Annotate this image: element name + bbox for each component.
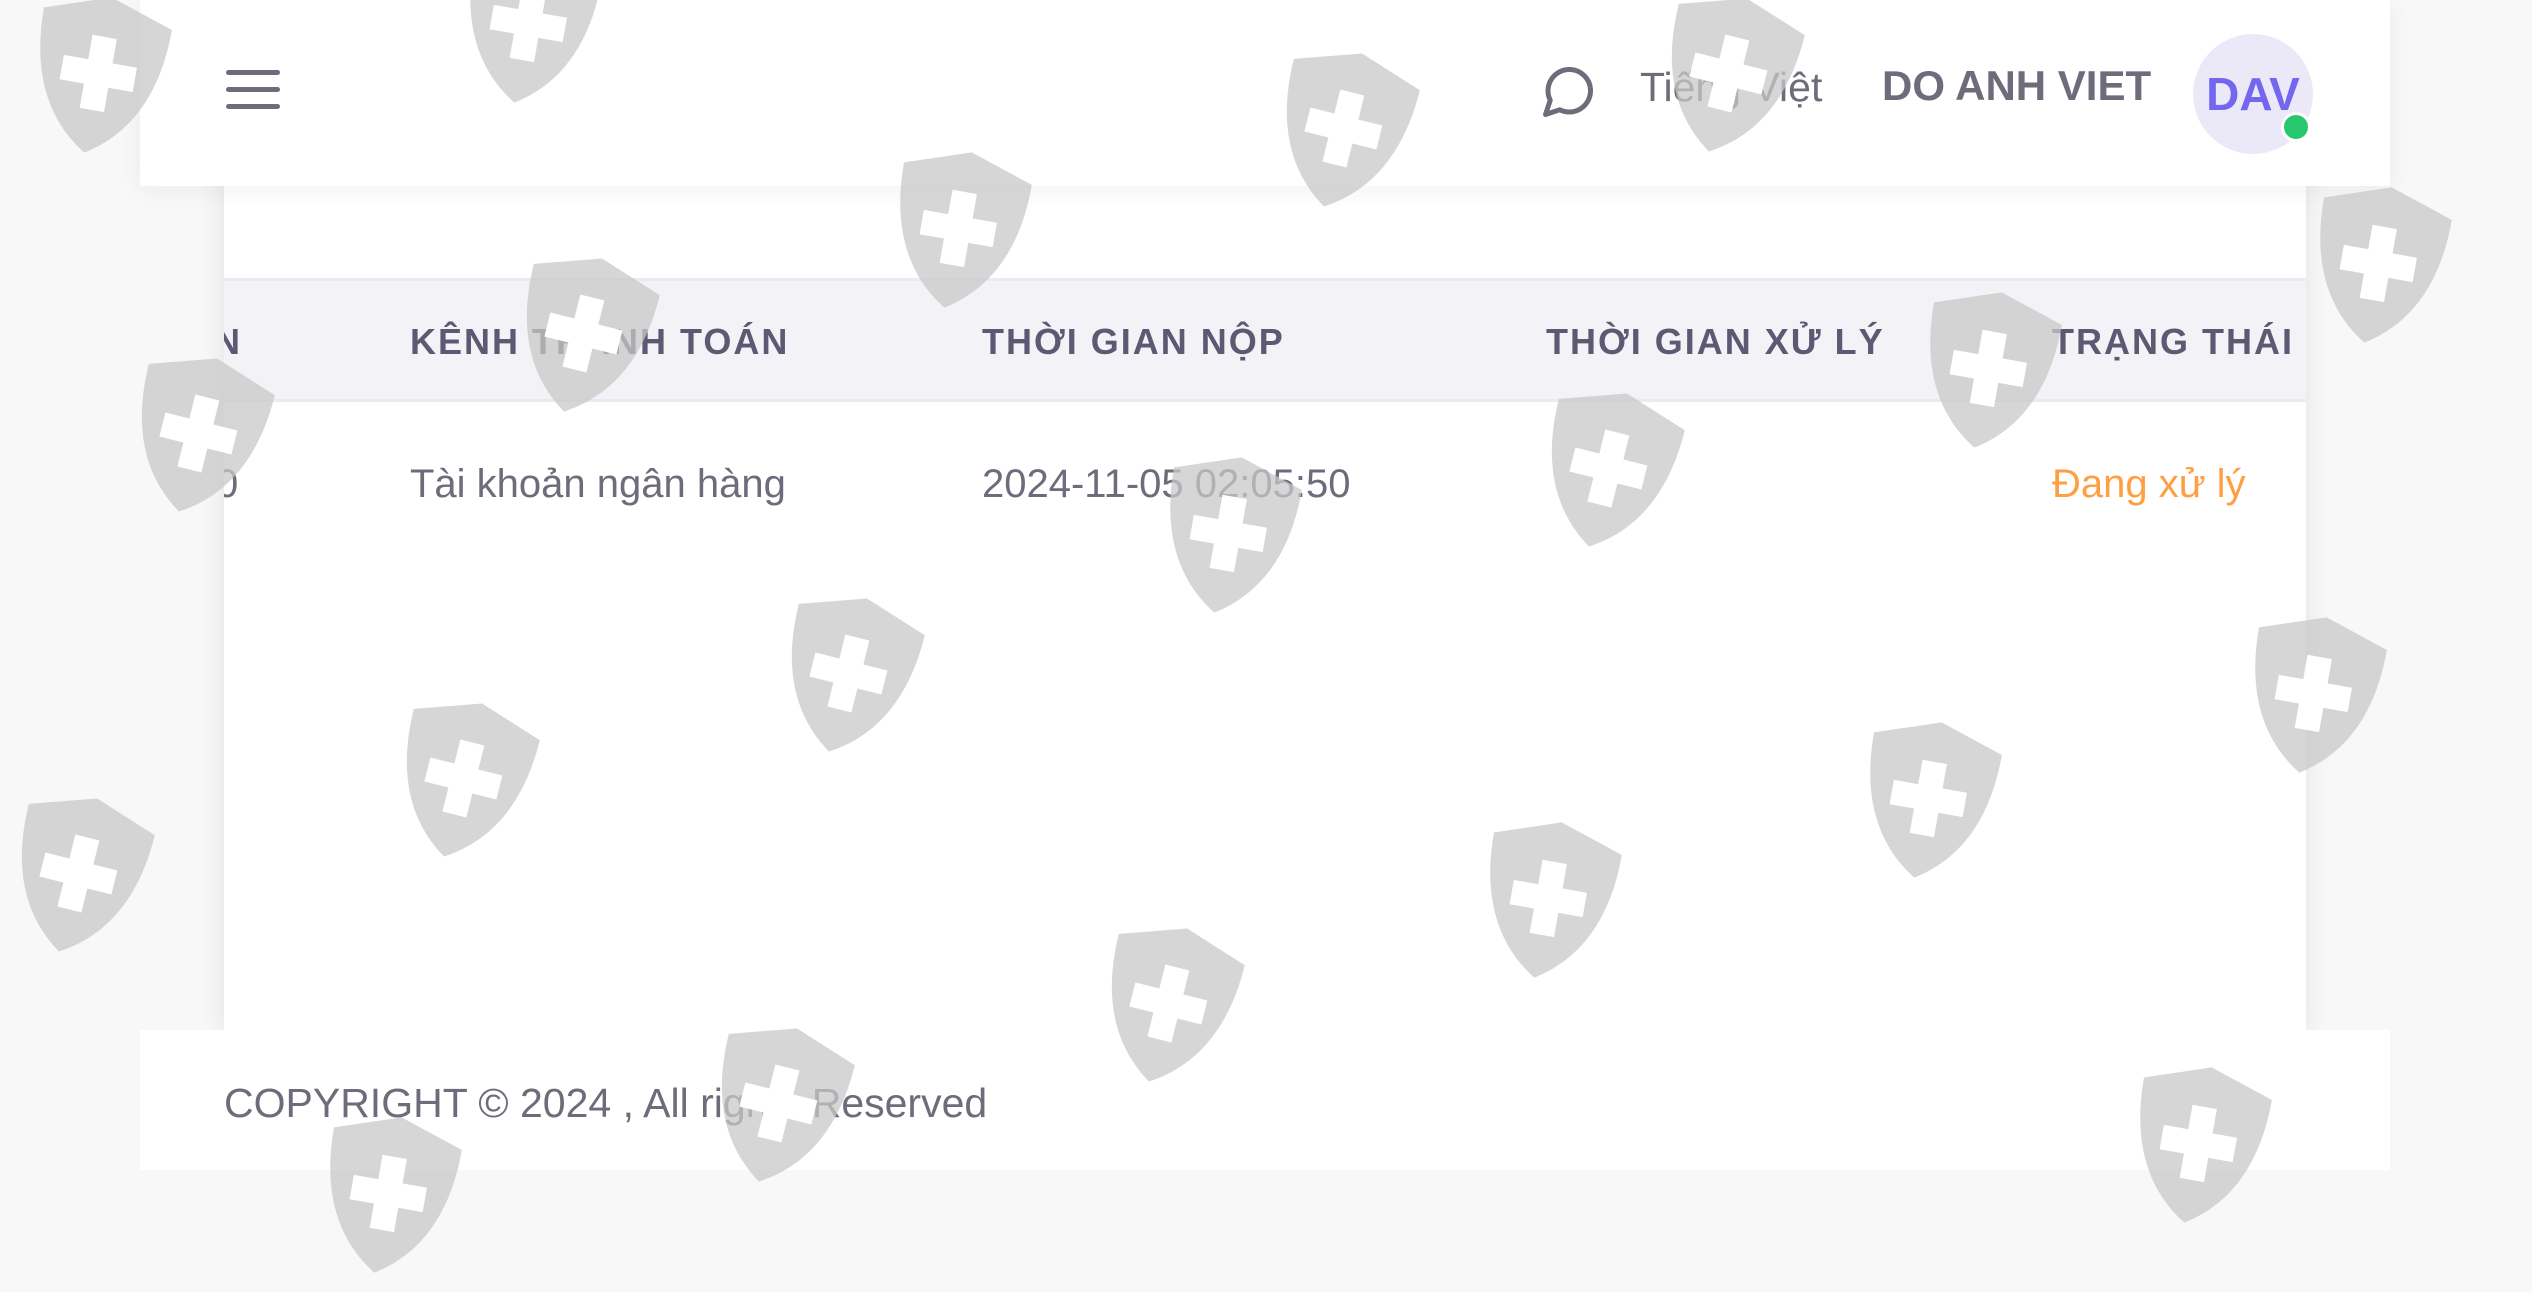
cell-submitted-at: 2024-11-05 02:05:50 bbox=[982, 462, 1350, 507]
shield-watermark-icon bbox=[0, 774, 174, 977]
column-header-processed-at[interactable]: THỜI GIAN XỬ LÝ bbox=[1546, 321, 1885, 363]
shield-watermark-icon bbox=[2286, 168, 2469, 363]
column-header-amount[interactable]: N bbox=[224, 321, 242, 363]
chat-bubble-icon[interactable] bbox=[1538, 62, 1598, 122]
cell-amount: 0 bbox=[224, 462, 238, 507]
cell-channel: Tài khoản ngân hàng bbox=[410, 462, 786, 507]
copyright-text: COPYRIGHT © 2024 , All rights Reserved bbox=[224, 1080, 987, 1127]
status-badge: Đang xử lý bbox=[2052, 462, 2246, 507]
avatar-initials: DAV bbox=[2206, 67, 2300, 121]
language-selector[interactable]: Tiếng Việt bbox=[1640, 64, 1822, 111]
column-header-submitted-at[interactable]: THỜI GIAN NỘP bbox=[982, 321, 1285, 363]
column-header-status[interactable]: TRẠNG THÁI bbox=[2052, 321, 2294, 363]
column-header-channel[interactable]: KÊNH THANH TOÁN bbox=[410, 321, 789, 363]
transactions-card: N KÊNH THANH TOÁN THỜI GIAN NỘP THỜI GIA… bbox=[224, 150, 2306, 1030]
table-header: N KÊNH THANH TOÁN THỜI GIAN NỘP THỜI GIA… bbox=[224, 278, 2306, 402]
top-navbar: Tiếng Việt DO ANH VIET DAV bbox=[140, 0, 2390, 186]
user-name[interactable]: DO ANH VIET bbox=[1882, 62, 2151, 110]
online-status-dot bbox=[2281, 112, 2311, 142]
hamburger-menu-icon[interactable] bbox=[226, 70, 280, 116]
footer: COPYRIGHT © 2024 , All rights Reserved bbox=[140, 1030, 2390, 1170]
avatar[interactable]: DAV bbox=[2193, 34, 2313, 154]
